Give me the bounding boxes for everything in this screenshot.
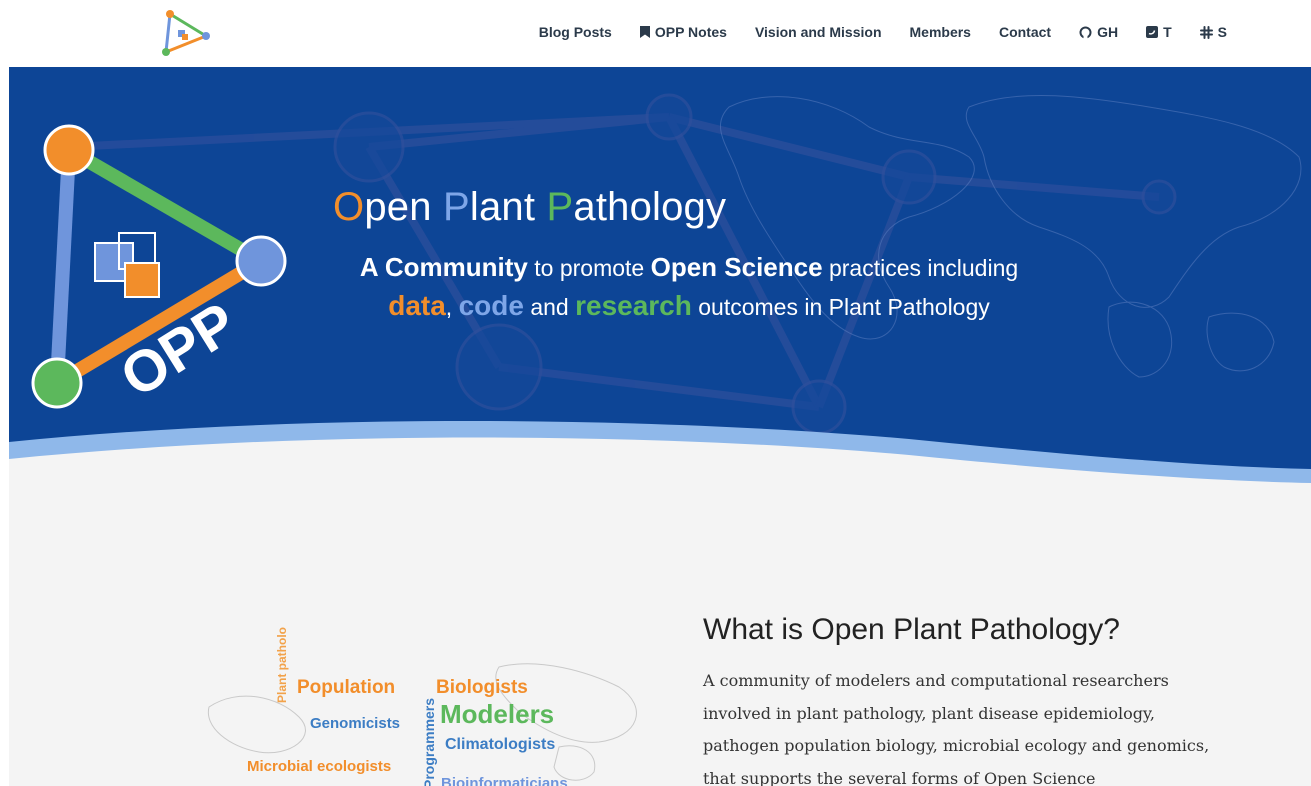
- title-part: pen: [364, 185, 443, 229]
- word-cloud-image: Plant pathologists Population Biologists…: [199, 627, 669, 786]
- nav-label: Vision and Mission: [754, 24, 882, 40]
- title-letter-p: P: [546, 185, 574, 229]
- nav-links: Blog Posts OPP Notes Vision and Mission …: [511, 0, 1227, 64]
- tag-data: data: [388, 290, 446, 321]
- title-part: lant: [469, 185, 547, 229]
- about-paragraph: A community of modelers and computationa…: [703, 671, 1210, 786]
- about-heading: What is Open Plant Pathology?: [703, 613, 1120, 646]
- nav-slack[interactable]: S: [1199, 24, 1227, 40]
- title-letter-p: P: [442, 185, 470, 229]
- about-section: Plant pathologists Population Biologists…: [9, 487, 1311, 786]
- github-icon: [1079, 26, 1092, 39]
- tag-text: practices including: [822, 255, 1019, 281]
- nav-label: S: [1217, 24, 1227, 40]
- tag-text: to promote: [527, 255, 651, 281]
- nav-label: Members: [909, 24, 971, 40]
- nav-github[interactable]: GH: [1079, 24, 1118, 40]
- cloud-word: Biologists: [436, 677, 528, 698]
- tag-community: A Community: [359, 252, 528, 282]
- cloud-word: Population: [297, 677, 396, 698]
- tag-research: research: [575, 290, 692, 321]
- hero-banner: OPP Open Plant Pathology A Community to …: [9, 67, 1311, 487]
- tag-open-science: Open Science: [650, 252, 823, 282]
- nav-label: Contact: [998, 24, 1052, 40]
- top-navbar: Blog Posts OPP Notes Vision and Mission …: [0, 0, 1311, 64]
- tag-code: code: [458, 290, 524, 321]
- cloud-word: Bioinformaticians: [441, 775, 568, 786]
- cloud-word: Genomicists: [310, 715, 401, 732]
- nav-opp-notes[interactable]: OPP Notes: [639, 24, 727, 40]
- hero-title: Open Plant Pathology: [333, 185, 726, 230]
- bookmark-icon: [639, 26, 650, 38]
- nav-contact[interactable]: Contact: [999, 24, 1051, 40]
- twitter-icon: [1146, 26, 1159, 38]
- cloud-word: Climatologists: [445, 736, 556, 753]
- site-logo[interactable]: [156, 6, 214, 58]
- title-part: athology: [573, 185, 727, 229]
- opp-logo: OPP: [31, 124, 287, 410]
- nav-blog-posts[interactable]: Blog Posts: [539, 24, 612, 40]
- nav-twitter[interactable]: T: [1146, 24, 1172, 40]
- nav-label: T: [1163, 24, 1172, 40]
- hero-tagline: A Community to promote Open Science prac…: [329, 249, 1049, 326]
- cloud-word: Microbial ecologists: [247, 758, 392, 775]
- nav-vision-mission[interactable]: Vision and Mission: [755, 24, 882, 40]
- cloud-word: Programmers: [421, 697, 437, 786]
- title-letter-o: O: [333, 185, 365, 229]
- nav-members[interactable]: Members: [910, 24, 971, 40]
- slack-icon: [1199, 25, 1213, 39]
- cloud-word: Plant pathologists: [275, 627, 289, 703]
- nav-label: OPP Notes: [654, 24, 727, 40]
- nav-label: Blog Posts: [538, 24, 612, 40]
- tag-text: ,: [445, 294, 459, 320]
- tag-text: outcomes in Plant Pathology: [691, 294, 990, 320]
- cloud-word: Modelers: [440, 699, 555, 729]
- tag-text: and: [523, 294, 576, 320]
- nav-label: GH: [1097, 24, 1119, 40]
